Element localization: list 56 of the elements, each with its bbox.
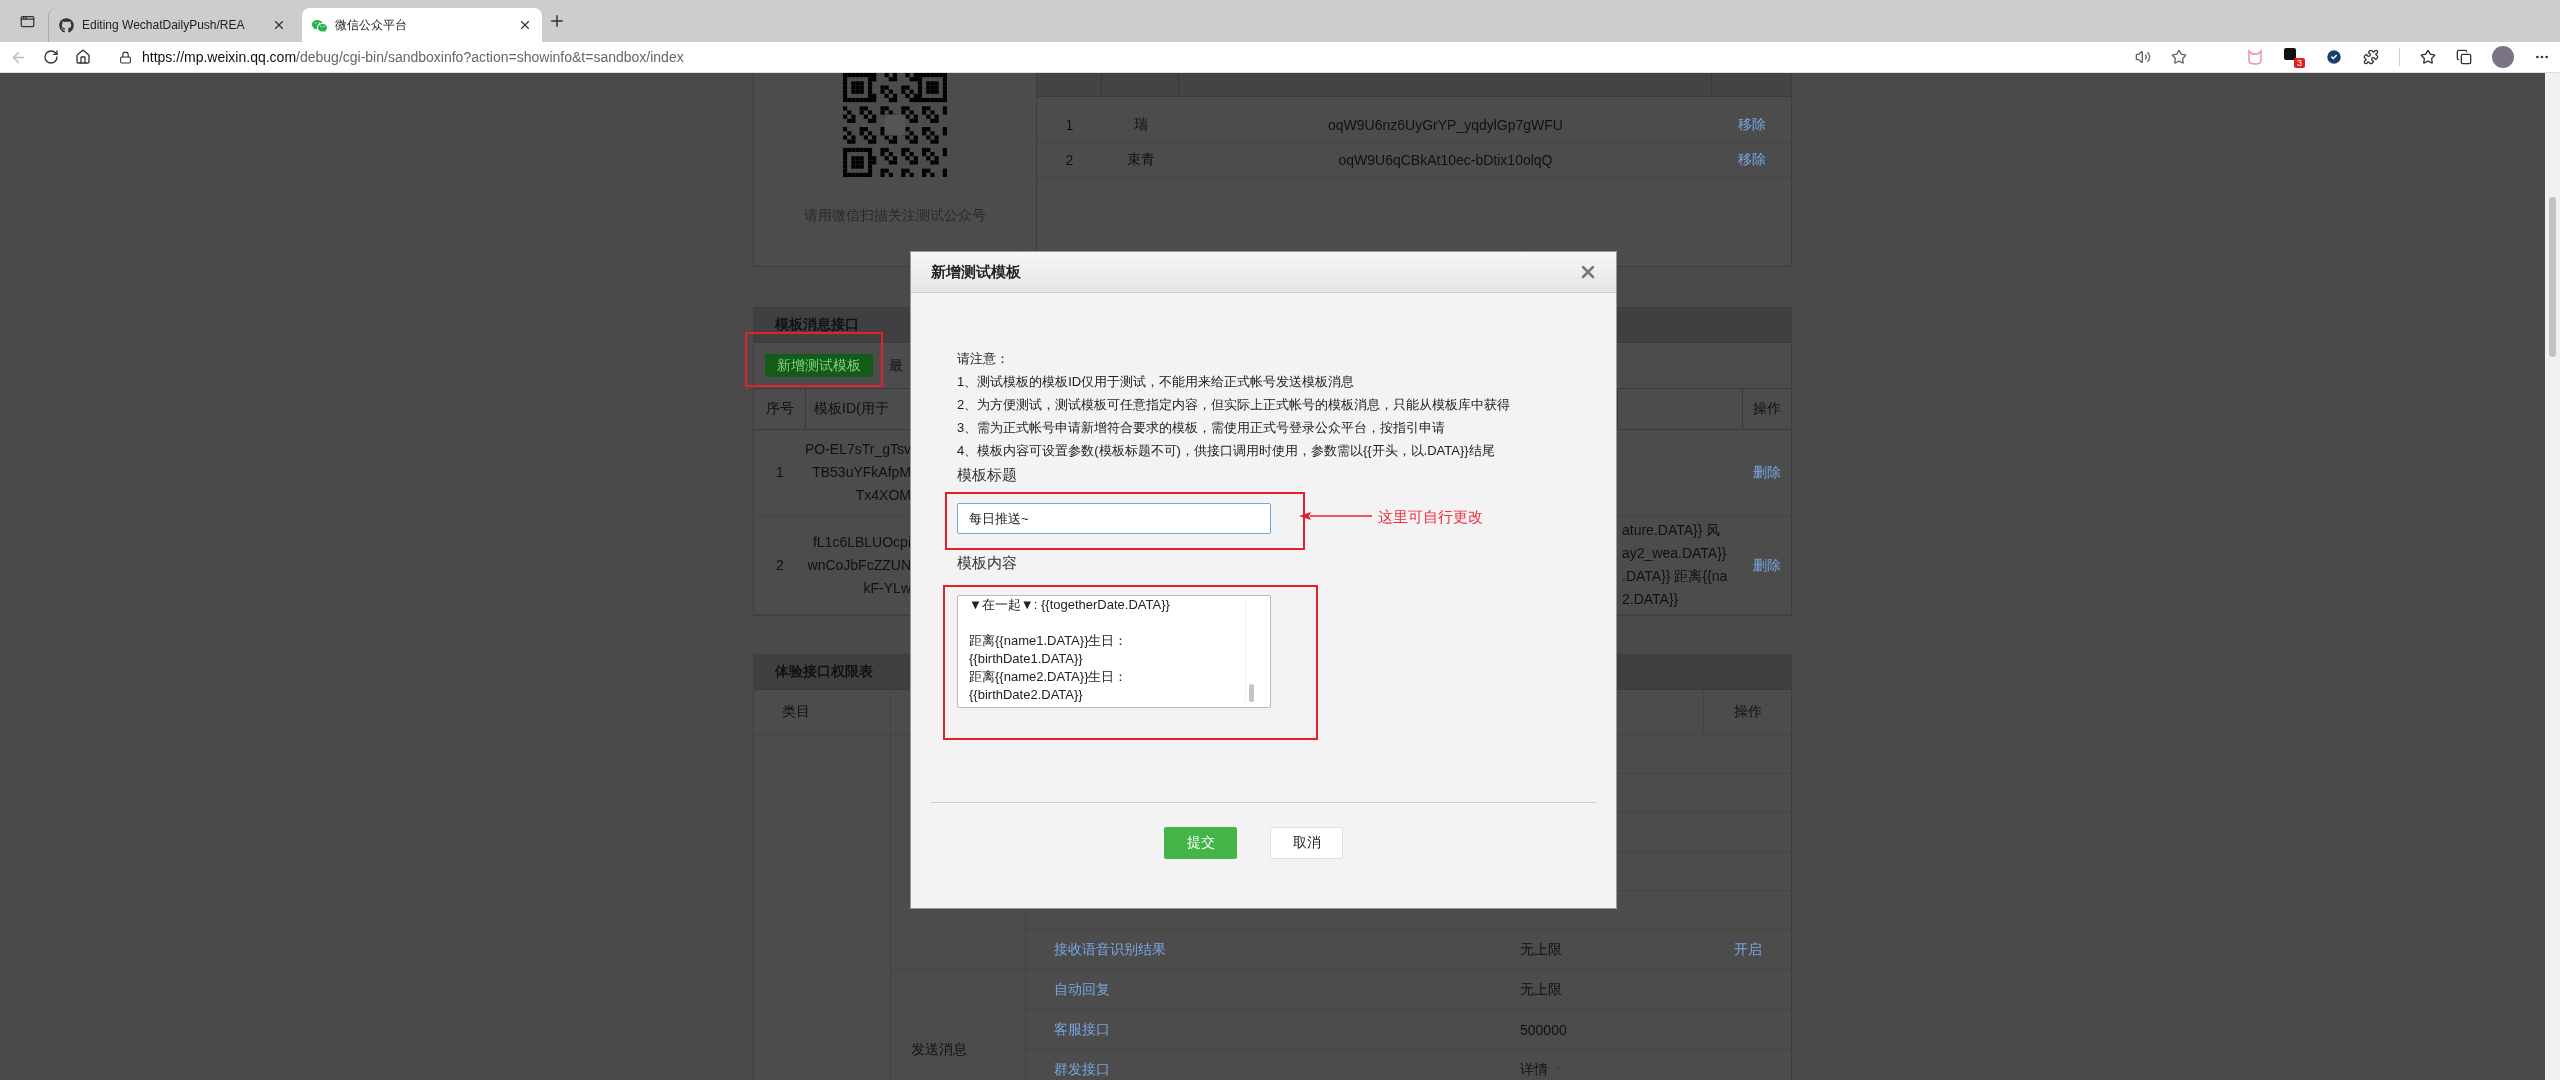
feature-link[interactable]: 群发接口: [1054, 1060, 1110, 1079]
limit-note: 最: [889, 356, 903, 375]
add-favorite-icon[interactable]: [2171, 49, 2187, 65]
delete-link[interactable]: 删除: [1753, 553, 1781, 577]
table-cell: 1: [1037, 108, 1102, 143]
delete-link[interactable]: 删除: [1753, 461, 1781, 484]
reload-icon[interactable]: [43, 49, 59, 65]
notification-badge: 3: [2294, 57, 2305, 68]
template-content-field[interactable]: ▼在一起▼: {{togetherDate.DATA}} 距离{{name1.DATA}}生日： {{birthDate1.DATA}} 距离{{name2.DATA}}生日： {{birthDate2.DATA}}: [957, 595, 1271, 708]
notice-text: 4、模板内容可设置参数(模板标题不可)，供接口调用时使用，参数需以{{开头，以.DATA}}结尾: [957, 442, 1496, 460]
field-label: 模板标题: [957, 466, 1018, 485]
collections-icon[interactable]: [2456, 49, 2472, 65]
table-cell: oqW9U6qCBkAt10ec-bDtix10olqQ: [1179, 143, 1712, 178]
template-title-input[interactable]: 每日推送~: [957, 503, 1271, 534]
dialog-title: 新增测试模板: [931, 262, 1021, 282]
home-icon[interactable]: [75, 49, 91, 65]
notice-heading: 请注意：: [957, 350, 1010, 368]
cancel-button[interactable]: 取消: [1270, 827, 1343, 859]
extension-icon[interactable]: [2283, 46, 2297, 61]
extensions-icon[interactable]: [2363, 49, 2379, 65]
github-logo-icon: [59, 17, 74, 33]
browser-tab[interactable]: 微信公众平台: [302, 8, 542, 42]
close-icon[interactable]: [272, 18, 286, 32]
table-cell: 1: [754, 430, 806, 516]
remove-link[interactable]: 移除: [1737, 116, 1766, 134]
notice-text: 2、为方便测试，测试模板可任意指定内容，但实际上正式帐号的模板消息，只能从模板库中获得: [957, 396, 1512, 414]
table-cell: 瑞: [1102, 108, 1179, 143]
notice-text: 3、需为正式帐号申请新增符合要求的模板，需使用正式号登录公众平台，按指引申请: [957, 419, 1447, 437]
feature-link[interactable]: 客服接口: [1054, 1020, 1110, 1039]
chat-bubbles-icon: [312, 17, 327, 33]
read-aloud-icon[interactable]: [2135, 49, 2151, 65]
notice-text: 1、测试模板的模板ID仅用于测试，不能用来给正式帐号发送模板消息: [957, 373, 1356, 391]
field-label: 模板内容: [957, 554, 1018, 573]
column-header: 类目: [754, 690, 891, 735]
check-circle-icon[interactable]: [2325, 48, 2343, 66]
submit-button[interactable]: 提交: [1164, 827, 1237, 859]
feature-link[interactable]: 自动回复: [1054, 980, 1110, 999]
address-field[interactable]: https://mp.weixin.qq.com/debug/cgi-bin/sandboxinfo?action=showinfo&t=sandbox/index: [107, 44, 2119, 70]
add-template-button[interactable]: 新增测试模板: [765, 354, 873, 377]
feature-link[interactable]: 接收语音识别结果: [1054, 940, 1166, 959]
table-cell: 束青: [1102, 143, 1179, 178]
table-cell: 2: [754, 516, 806, 615]
quota-text: 500000: [1520, 1021, 1567, 1038]
annotation-note: 这里可自行更改: [1378, 508, 1483, 527]
table-cell: 2: [1037, 143, 1102, 178]
column-header: 操作: [1704, 690, 1791, 735]
table-cell: oqW9U6nz6UyGrYP_yqdylGp7gWFU: [1179, 108, 1712, 143]
lock-icon: [119, 50, 132, 64]
remove-link[interactable]: 移除: [1737, 151, 1766, 169]
profile-avatar[interactable]: [2492, 46, 2514, 68]
column-header: 操作: [1743, 389, 1791, 430]
close-icon[interactable]: [518, 18, 532, 32]
enable-link[interactable]: 开启: [1733, 940, 1762, 959]
favorites-icon[interactable]: [2420, 49, 2436, 65]
new-tab-icon[interactable]: [548, 12, 566, 30]
column-header: 序号: [754, 389, 806, 430]
